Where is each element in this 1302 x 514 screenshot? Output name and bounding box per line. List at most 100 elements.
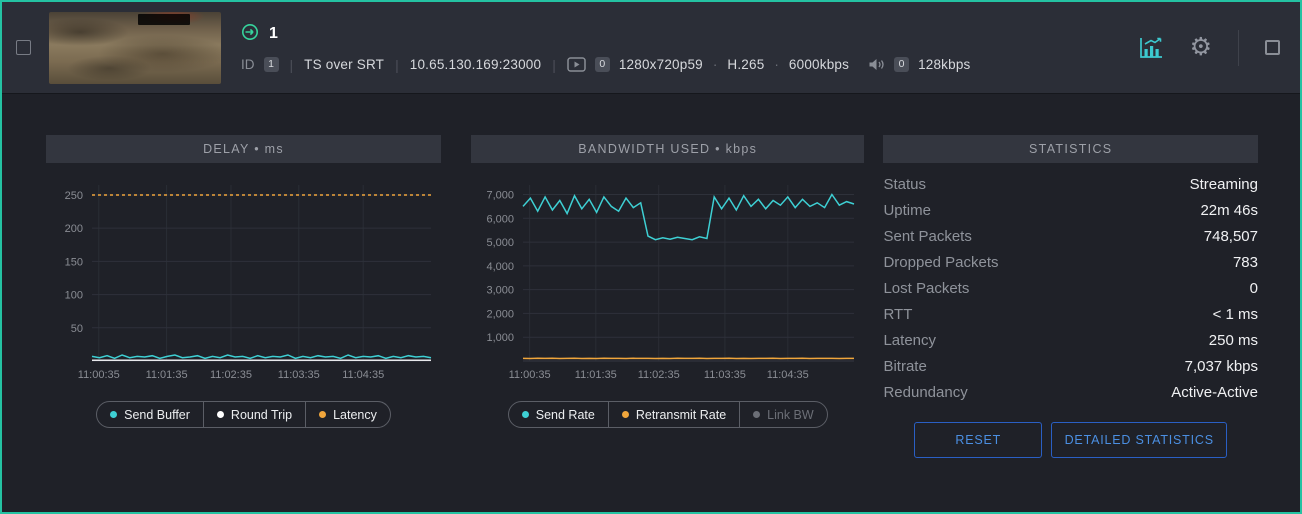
stat-value: < 1 ms [1213,306,1258,323]
stream-address: 10.65.130.169:23000 [410,57,541,72]
stat-value: Streaming [1190,176,1258,193]
stat-value: Active-Active [1171,384,1258,401]
svg-text:6,000: 6,000 [486,213,514,225]
legend-label: Round Trip [231,408,292,422]
stat-row-rtt: RTT < 1 ms [883,301,1258,327]
video-bitrate: 6000kbps [789,57,849,72]
svg-text:11:00:35: 11:00:35 [509,369,551,381]
stat-label: Lost Packets [883,280,969,297]
stat-row-uptime: Uptime 22m 46s [883,197,1258,223]
svg-text:11:03:35: 11:03:35 [278,369,320,381]
stat-row-latency: Latency 250 ms [883,327,1258,353]
stat-row-sent-packets: Sent Packets 748,507 [883,223,1258,249]
svg-text:11:04:35: 11:04:35 [767,369,809,381]
legend-send-buffer[interactable]: Send Buffer [97,402,203,427]
video-thumbnail[interactable] [49,12,221,84]
detailed-statistics-button[interactable]: DETAILED STATISTICS [1051,422,1227,458]
stream-monitor-window: 1 ID 1 | TS over SRT | 10.65.130.169:230… [0,0,1302,514]
video-format: 1280x720p59 [619,57,703,72]
stat-row-dropped-packets: Dropped Packets 783 [883,249,1258,275]
delay-chart: 11:00:35 11:01:35 11:02:35 11:03:35 11:04:35… [46,175,441,387]
latency-dot-icon [319,411,326,418]
statistics-buttons: RESET DETAILED STATISTICS [883,422,1258,458]
statistics-chart-icon[interactable] [1138,36,1164,60]
protocol-label: TS over SRT [304,57,384,72]
main-content: DELAY • ms 11:00:3511:01:3511:02:3511:03… [2,94,1300,458]
dot-separator: · [712,57,719,72]
video-track-count-badge: 0 [595,57,610,72]
svg-text:250: 250 [65,190,83,202]
svg-text:11:03:35: 11:03:35 [704,369,746,381]
stat-label: Uptime [883,202,931,219]
header-divider [1238,30,1239,66]
settings-gear-icon[interactable]: ⚙ [1190,35,1212,60]
svg-text:11:01:35: 11:01:35 [146,369,188,381]
id-badge: 1 [264,57,279,72]
separator: | [393,57,401,73]
svg-text:5,000: 5,000 [486,237,514,249]
video-track-icon [567,57,586,72]
stat-value: 783 [1233,254,1258,271]
bandwidth-legend: Send Rate Retransmit Rate Link BW [508,401,828,428]
stat-label: Latency [883,332,936,349]
stat-label: Status [883,176,926,193]
stat-label: RTT [883,306,912,323]
delay-legend: Send Buffer Round Trip Latency [96,401,391,428]
separator: | [288,57,296,73]
stat-value: 0 [1250,280,1258,297]
bandwidth-panel-title: BANDWIDTH USED • kbps [471,135,864,163]
legend-label: Latency [333,408,377,422]
legend-label: Send Rate [536,408,595,422]
svg-text:11:02:35: 11:02:35 [210,369,252,381]
stop-stream-button[interactable] [1265,40,1280,55]
reset-button[interactable]: RESET [914,422,1042,458]
legend-label: Retransmit Rate [636,408,726,422]
legend-label: Send Buffer [124,408,190,422]
svg-text:11:04:35: 11:04:35 [342,369,384,381]
svg-text:200: 200 [65,223,83,235]
send-buffer-dot-icon [110,411,117,418]
svg-text:4,000: 4,000 [486,261,514,273]
svg-text:11:00:35: 11:00:35 [78,369,120,381]
panel-bandwidth: BANDWIDTH USED • kbps 11:00:3511:01:3511… [471,135,864,458]
audio-track-icon [868,57,885,72]
stat-row-bitrate: Bitrate7,037 kbps [883,353,1258,379]
svg-text:11:02:35: 11:02:35 [638,369,680,381]
stream-name: 1 [269,25,278,43]
statistics-panel-title: STATISTICS [883,135,1258,163]
svg-text:100: 100 [65,290,83,302]
audio-track-count-badge: 0 [894,57,909,72]
svg-text:1,000: 1,000 [486,332,514,344]
svg-text:7,000: 7,000 [486,190,514,202]
svg-text:3,000: 3,000 [486,285,514,297]
stat-value: 22m 46s [1200,202,1258,219]
panel-delay: DELAY • ms 11:00:3511:01:3511:02:3511:03… [46,135,441,458]
legend-link-bw[interactable]: Link BW [739,402,827,427]
stream-header: 1 ID 1 | TS over SRT | 10.65.130.169:230… [2,2,1300,94]
stat-value: 250 ms [1209,332,1258,349]
stat-label: Dropped Packets [883,254,998,271]
legend-retransmit-rate[interactable]: Retransmit Rate [608,402,739,427]
round-trip-dot-icon [217,411,224,418]
stat-row-status: Status Streaming [883,171,1258,197]
stream-info: 1 ID 1 | TS over SRT | 10.65.130.169:230… [241,23,971,73]
stat-value: 7,037 kbps [1185,358,1258,375]
stream-select-checkbox[interactable] [16,40,31,55]
bandwidth-chart: 11:00:3511:01:3511:02:3511:03:3511:04:35… [471,175,864,387]
legend-round-trip[interactable]: Round Trip [203,402,305,427]
send-rate-dot-icon [522,411,529,418]
video-codec: H.265 [727,57,764,72]
retransmit-rate-dot-icon [622,411,629,418]
stat-value: 748,507 [1204,228,1258,245]
id-label: ID [241,57,255,72]
legend-send-rate[interactable]: Send Rate [509,402,608,427]
stat-label: Sent Packets [883,228,971,245]
streaming-status-icon [241,23,259,46]
svg-text:2,000: 2,000 [486,308,514,320]
legend-latency[interactable]: Latency [305,402,390,427]
timecode-overlay [138,14,190,25]
header-actions: ⚙ [1138,30,1280,66]
stat-row-redundancy: RedundancyActive-Active [883,379,1258,405]
audio-bitrate: 128kbps [918,57,970,72]
panel-statistics: STATISTICS Status Streaming Uptime 22m 46s… [883,135,1258,458]
